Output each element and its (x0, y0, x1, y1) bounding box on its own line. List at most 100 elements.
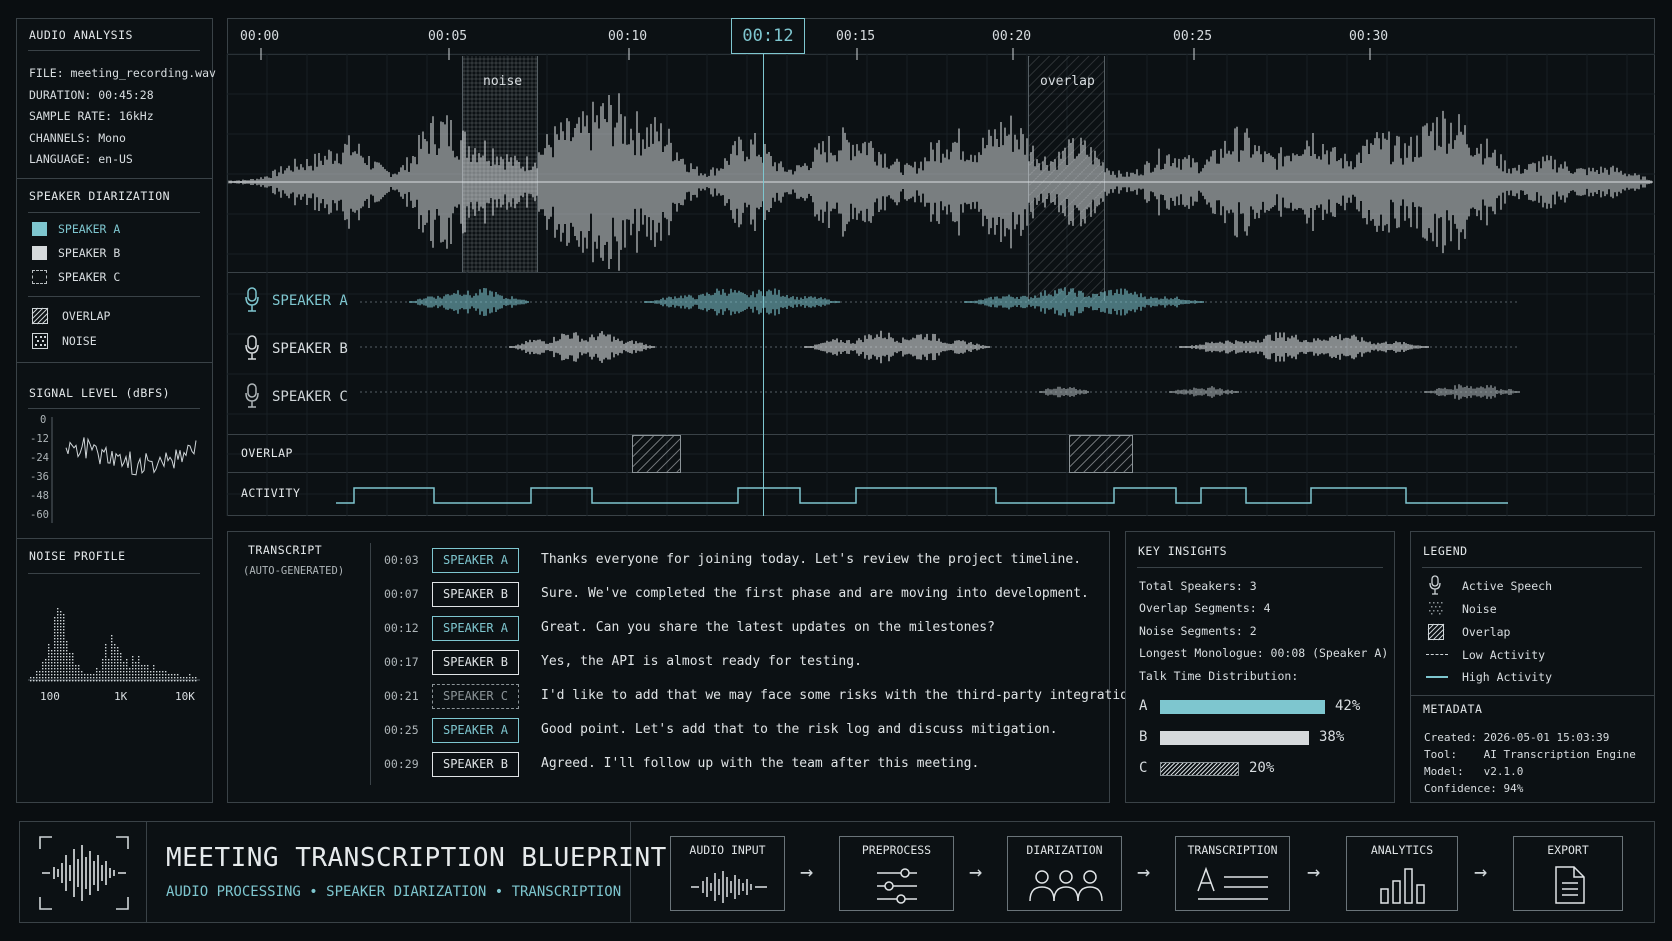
speaker-tag[interactable]: SPEAKER B (432, 752, 519, 777)
noise-dot (114, 644, 116, 646)
overlap-row-label: OVERLAP (241, 446, 293, 460)
speaker-tracks[interactable] (360, 280, 1650, 430)
noise-dot (159, 680, 161, 682)
overlap-marker-2[interactable] (1069, 435, 1133, 473)
speaker-tag[interactable]: SPEAKER C (432, 684, 519, 709)
noise-dot (105, 674, 107, 676)
noise-dot (57, 644, 59, 646)
signal-tick-label: -12 (30, 433, 49, 445)
noise-dot (183, 677, 185, 679)
talk-bar-pct: 42% (1335, 698, 1361, 714)
noise-dot (45, 677, 47, 679)
noise-dot (69, 674, 71, 676)
noise-dot (195, 680, 197, 682)
speaker-tag[interactable]: SPEAKER A (432, 548, 519, 573)
noise-tick-100: 100 (40, 690, 60, 703)
step-audio-input[interactable]: AUDIO INPUT (670, 836, 785, 911)
noise-dot (78, 665, 80, 667)
noise-dot (51, 653, 53, 655)
flow-arrow-icon: → (969, 860, 983, 885)
noise-dot (51, 659, 53, 661)
noise-dot (60, 632, 62, 634)
noise-dot (57, 611, 59, 613)
noise-dot (87, 680, 89, 682)
noise-dot (123, 668, 125, 670)
noise-dot (114, 677, 116, 679)
sample-rate: SAMPLE RATE: 16kHz (29, 109, 154, 123)
noise-dot (126, 671, 128, 673)
noise-dot (120, 680, 122, 682)
noise-dot (57, 656, 59, 658)
master-waveform[interactable] (228, 60, 1653, 305)
noise-dot (108, 668, 110, 670)
noise-dot (132, 662, 134, 664)
playhead-line[interactable] (763, 54, 764, 516)
microphone-icon (1429, 575, 1441, 595)
noise-dot (54, 674, 56, 676)
noise-dot (54, 671, 56, 673)
speaker-tag[interactable]: SPEAKER B (432, 650, 519, 675)
noise-dot (123, 677, 125, 679)
noise-dot (75, 674, 77, 676)
noise-dot (60, 647, 62, 649)
speaker-tag[interactable]: SPEAKER A (432, 616, 519, 641)
noise-dot (60, 641, 62, 643)
noise-dot (72, 674, 74, 676)
noise-dot (141, 671, 143, 673)
talk-bar-pct: 20% (1249, 760, 1275, 776)
step-export[interactable]: EXPORT (1513, 836, 1623, 911)
noise-dot (60, 629, 62, 631)
file-name: FILE: meeting_recording.wav (29, 66, 216, 80)
step-transcription[interactable]: TRANSCRIPTION (1175, 836, 1290, 911)
noise-dot (63, 650, 65, 652)
noise-dot (60, 635, 62, 637)
time-tick-label: 00:30 (1349, 29, 1389, 44)
noise-dot (126, 665, 128, 667)
noise-dot (111, 677, 113, 679)
noise-dot (117, 659, 119, 661)
noise-dot (132, 671, 134, 673)
noise-dot (54, 623, 56, 625)
noise-dot (48, 659, 50, 661)
noise-dot (111, 641, 113, 643)
track-label-speaker-c: SPEAKER C (272, 389, 348, 405)
noise-dot (66, 680, 68, 682)
legend-noise: NOISE (62, 334, 97, 348)
noise-dot (69, 653, 71, 655)
legend-noise-text: Noise (1462, 602, 1497, 616)
noise-dot (60, 620, 62, 622)
noise-dot (39, 674, 41, 676)
noise-dot (60, 668, 62, 670)
noise-dot (54, 632, 56, 634)
speaker-tag[interactable]: SPEAKER B (432, 582, 519, 607)
flow-arrow-icon: → (800, 860, 814, 885)
transcript-time: 00:12 (384, 621, 419, 635)
noise-dot (87, 674, 89, 676)
noise-dot (105, 650, 107, 652)
noise-dot (42, 674, 44, 676)
track-label-speaker-b: SPEAKER B (272, 341, 348, 357)
overlap-icon (1427, 623, 1445, 641)
step-preprocess[interactable]: PREPROCESS (839, 836, 954, 911)
noise-dot (138, 671, 140, 673)
noise-dot (54, 647, 56, 649)
noise-dot (177, 674, 179, 676)
playhead-time[interactable]: 00:12 (731, 18, 805, 54)
speaker-tag[interactable]: SPEAKER A (432, 718, 519, 743)
noise-dot (63, 665, 65, 667)
noise-dot (60, 659, 62, 661)
noise-dot (189, 677, 191, 679)
bar-chart-icon (1380, 868, 1425, 904)
noise-dot (45, 668, 47, 670)
noise-dot (105, 656, 107, 658)
noise-dot (144, 674, 146, 676)
noise-dot (114, 647, 116, 649)
step-analytics[interactable]: ANALYTICS (1346, 836, 1458, 911)
noise-dot (132, 659, 134, 661)
noise-profile-graph (28, 608, 200, 682)
overlap-marker-1[interactable] (632, 435, 681, 473)
language: LANGUAGE: en-US (29, 152, 133, 166)
noise-dot (69, 659, 71, 661)
noise-dot (105, 644, 107, 646)
step-diarization[interactable]: DIARIZATION (1007, 836, 1122, 911)
